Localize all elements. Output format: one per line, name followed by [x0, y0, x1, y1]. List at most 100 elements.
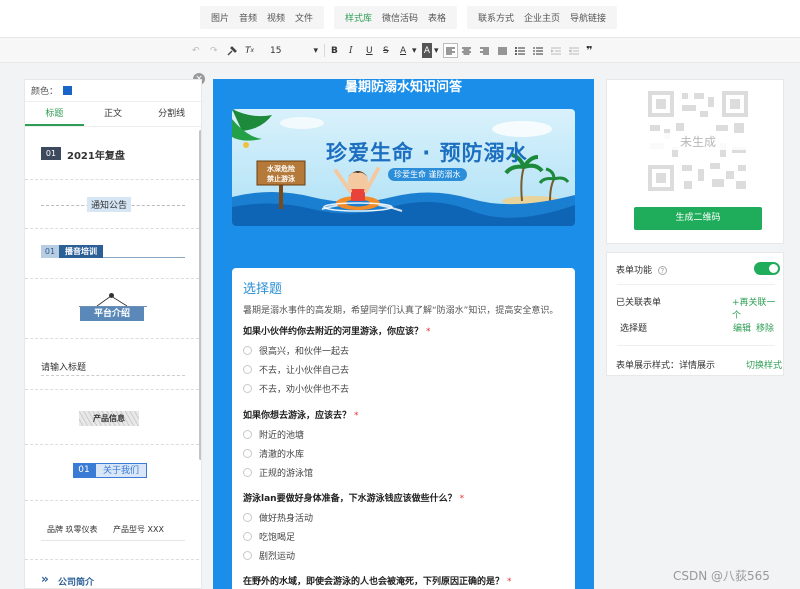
radio-option[interactable]: 不去，劝小伙伴也不去 — [243, 382, 349, 395]
tab-body[interactable]: 正文 — [84, 102, 143, 126]
title-style-sample-1[interactable]: 01 2021年复盘 — [25, 129, 199, 180]
question-text: 如果你想去游泳，应该去？ — [243, 411, 352, 421]
undo-icon[interactable]: ↶ — [192, 43, 200, 58]
menu-item-image[interactable]: 图片 — [206, 11, 234, 24]
quote-icon[interactable]: ❞ — [586, 43, 592, 58]
radio-option[interactable]: 很高兴，和伙伴一起去 — [243, 344, 349, 357]
outdent-icon[interactable] — [569, 43, 579, 58]
option-label: 做好热身活动 — [259, 514, 314, 524]
title-style-sample-3[interactable]: 01 播音培训 — [25, 229, 199, 279]
radio-option[interactable]: 清澈的水库 — [243, 447, 304, 460]
generate-qr-button[interactable]: 生成二维码 — [634, 207, 762, 230]
title-style-sample-2[interactable]: 通知公告 — [25, 180, 199, 229]
color-row: 颜色： — [25, 80, 201, 102]
menu-item-audio[interactable]: 音频 — [234, 11, 262, 24]
qr-placeholder: 未生成 — [646, 89, 750, 193]
menu-item-video[interactable]: 视频 — [262, 11, 290, 24]
radio-option[interactable]: 正规的游泳馆 — [243, 466, 313, 479]
option-label: 附近的池塘 — [259, 431, 305, 441]
radio-option[interactable]: 附近的池塘 — [243, 428, 304, 441]
bg-color-button[interactable]: A — [422, 43, 432, 58]
chevron-down-icon[interactable]: ▾ — [434, 43, 439, 58]
sample-text: 产品信息 — [79, 411, 139, 426]
tab-divider[interactable]: 分割线 — [142, 102, 201, 126]
radio-icon — [243, 365, 252, 374]
menu-item-table[interactable]: 表格 — [423, 11, 451, 24]
switch-style-link[interactable]: 切换样式 — [746, 358, 782, 371]
align-right-icon[interactable] — [480, 43, 489, 58]
banner-headline: 珍爱生命 · 预防溺水 — [326, 141, 528, 165]
menu-item-company-home[interactable]: 企业主页 — [519, 11, 565, 24]
banner-image: 珍爱生命 · 预防溺水 珍爱生命 谨防溺水 水深危险 禁止游泳 — [232, 109, 575, 226]
bold-button[interactable]: B — [331, 43, 338, 58]
menu-item-style-library[interactable]: 样式库 — [340, 11, 377, 24]
required-mark: * — [507, 577, 512, 587]
font-size-select[interactable]: 15 ▾ — [270, 43, 320, 58]
help-icon[interactable]: ? — [657, 266, 667, 275]
indent-icon[interactable] — [551, 43, 561, 58]
remove-link[interactable]: 移除 — [756, 321, 774, 334]
sample-text: 请输入标题 — [41, 363, 87, 373]
clear-format-icon[interactable]: Tx — [245, 43, 254, 58]
title-style-sample-4[interactable]: 平台介绍 — [25, 279, 199, 339]
align-left-icon[interactable] — [443, 43, 458, 58]
radio-icon — [243, 513, 252, 522]
format-brush-icon[interactable] — [227, 43, 237, 58]
sign-line-2: 禁止游泳 — [267, 175, 295, 183]
radio-icon — [243, 532, 252, 541]
menu-item-wechat-code[interactable]: 微信活码 — [377, 11, 423, 24]
double-chevron-right-icon: » — [41, 572, 49, 586]
title-style-sample-6[interactable]: 产品信息 — [25, 390, 199, 445]
linked-form-item: 选择题 — [620, 324, 648, 334]
ordered-list-icon[interactable] — [533, 43, 543, 58]
bullet-list-icon[interactable] — [515, 43, 525, 58]
form-function-toggle[interactable] — [754, 262, 780, 275]
italic-button[interactable]: I — [349, 43, 353, 58]
tab-title[interactable]: 标题 — [25, 102, 84, 126]
radio-option[interactable]: 剧烈运动 — [243, 549, 295, 562]
title-style-sample-9[interactable]: » 公司简介 — [25, 560, 199, 588]
font-color-button[interactable]: A — [400, 43, 406, 58]
align-center-icon[interactable] — [462, 43, 471, 58]
qr-code-panel: 未生成 生成二维码 — [606, 79, 784, 244]
radio-option[interactable]: 做好热身活动 — [243, 511, 313, 524]
title-style-sample-5[interactable]: 请输入标题 — [25, 339, 199, 390]
menu-item-nav-link[interactable]: 导航链接 — [565, 11, 611, 24]
sample-model: 产品型号 XXX — [113, 525, 164, 534]
strike-button[interactable]: S — [383, 43, 389, 58]
title-style-sample-7[interactable]: 01 关于我们 — [25, 445, 199, 501]
sample-text: 平台介绍 — [80, 307, 144, 321]
form-card: 选择题 暑期是溺水事件的高发期，希望同学们认真了解“防溺水”知识，提高安全意识。… — [232, 268, 575, 589]
radio-icon — [243, 430, 252, 439]
option-label: 剧烈运动 — [259, 552, 296, 562]
relink-link[interactable]: +再关联一个 — [732, 295, 783, 321]
form-settings-panel: 表单功能 ? 已关联表单 +再关联一个 选择题 编辑 移除 表单展示样式：详情展… — [606, 252, 784, 376]
option-label: 不去，劝小伙伴也不去 — [259, 385, 350, 395]
title-style-sample-8[interactable]: 品牌 玖零仪表 产品型号 XXX — [25, 501, 199, 560]
question-text: 游泳lan要做好身体准备，下水游泳钱应该做些什么？ — [243, 494, 457, 504]
format-toolbar: ↶ ↷ Tx 15 ▾ B I U S A ▾ A ▾ ❞ — [0, 38, 800, 63]
question-3: 游泳lan要做好身体准备，下水游泳钱应该做些什么？ * — [243, 491, 464, 504]
option-label: 清澈的水库 — [259, 450, 305, 460]
color-swatch[interactable] — [63, 86, 73, 95]
menu-item-file[interactable]: 文件 — [290, 11, 318, 24]
sample-number: 01 — [41, 245, 59, 258]
chevron-down-icon[interactable]: ▾ — [412, 43, 417, 58]
sample-number: 01 — [73, 463, 95, 478]
panel-scrollbar[interactable] — [199, 130, 201, 460]
underline-button[interactable]: U — [366, 43, 373, 58]
question-text: 在野外的水域，即使会游泳的人也会被淹死，下列原因正确的是？ — [243, 577, 505, 587]
option-label: 吃饱喝足 — [259, 533, 296, 543]
required-mark: * — [459, 494, 465, 504]
radio-option[interactable]: 吃饱喝足 — [243, 530, 295, 543]
redo-icon[interactable]: ↷ — [210, 43, 218, 58]
radio-option[interactable]: 不去，让小伙伴自己去 — [243, 363, 349, 376]
menu-item-contact[interactable]: 联系方式 — [473, 11, 519, 24]
sample-text: 关于我们 — [95, 463, 147, 478]
required-mark: * — [426, 327, 431, 337]
edit-link[interactable]: 编辑 — [733, 321, 751, 334]
required-mark: * — [354, 411, 359, 421]
radio-icon — [243, 346, 252, 355]
align-justify-icon[interactable] — [498, 43, 507, 58]
radio-icon — [243, 468, 252, 477]
